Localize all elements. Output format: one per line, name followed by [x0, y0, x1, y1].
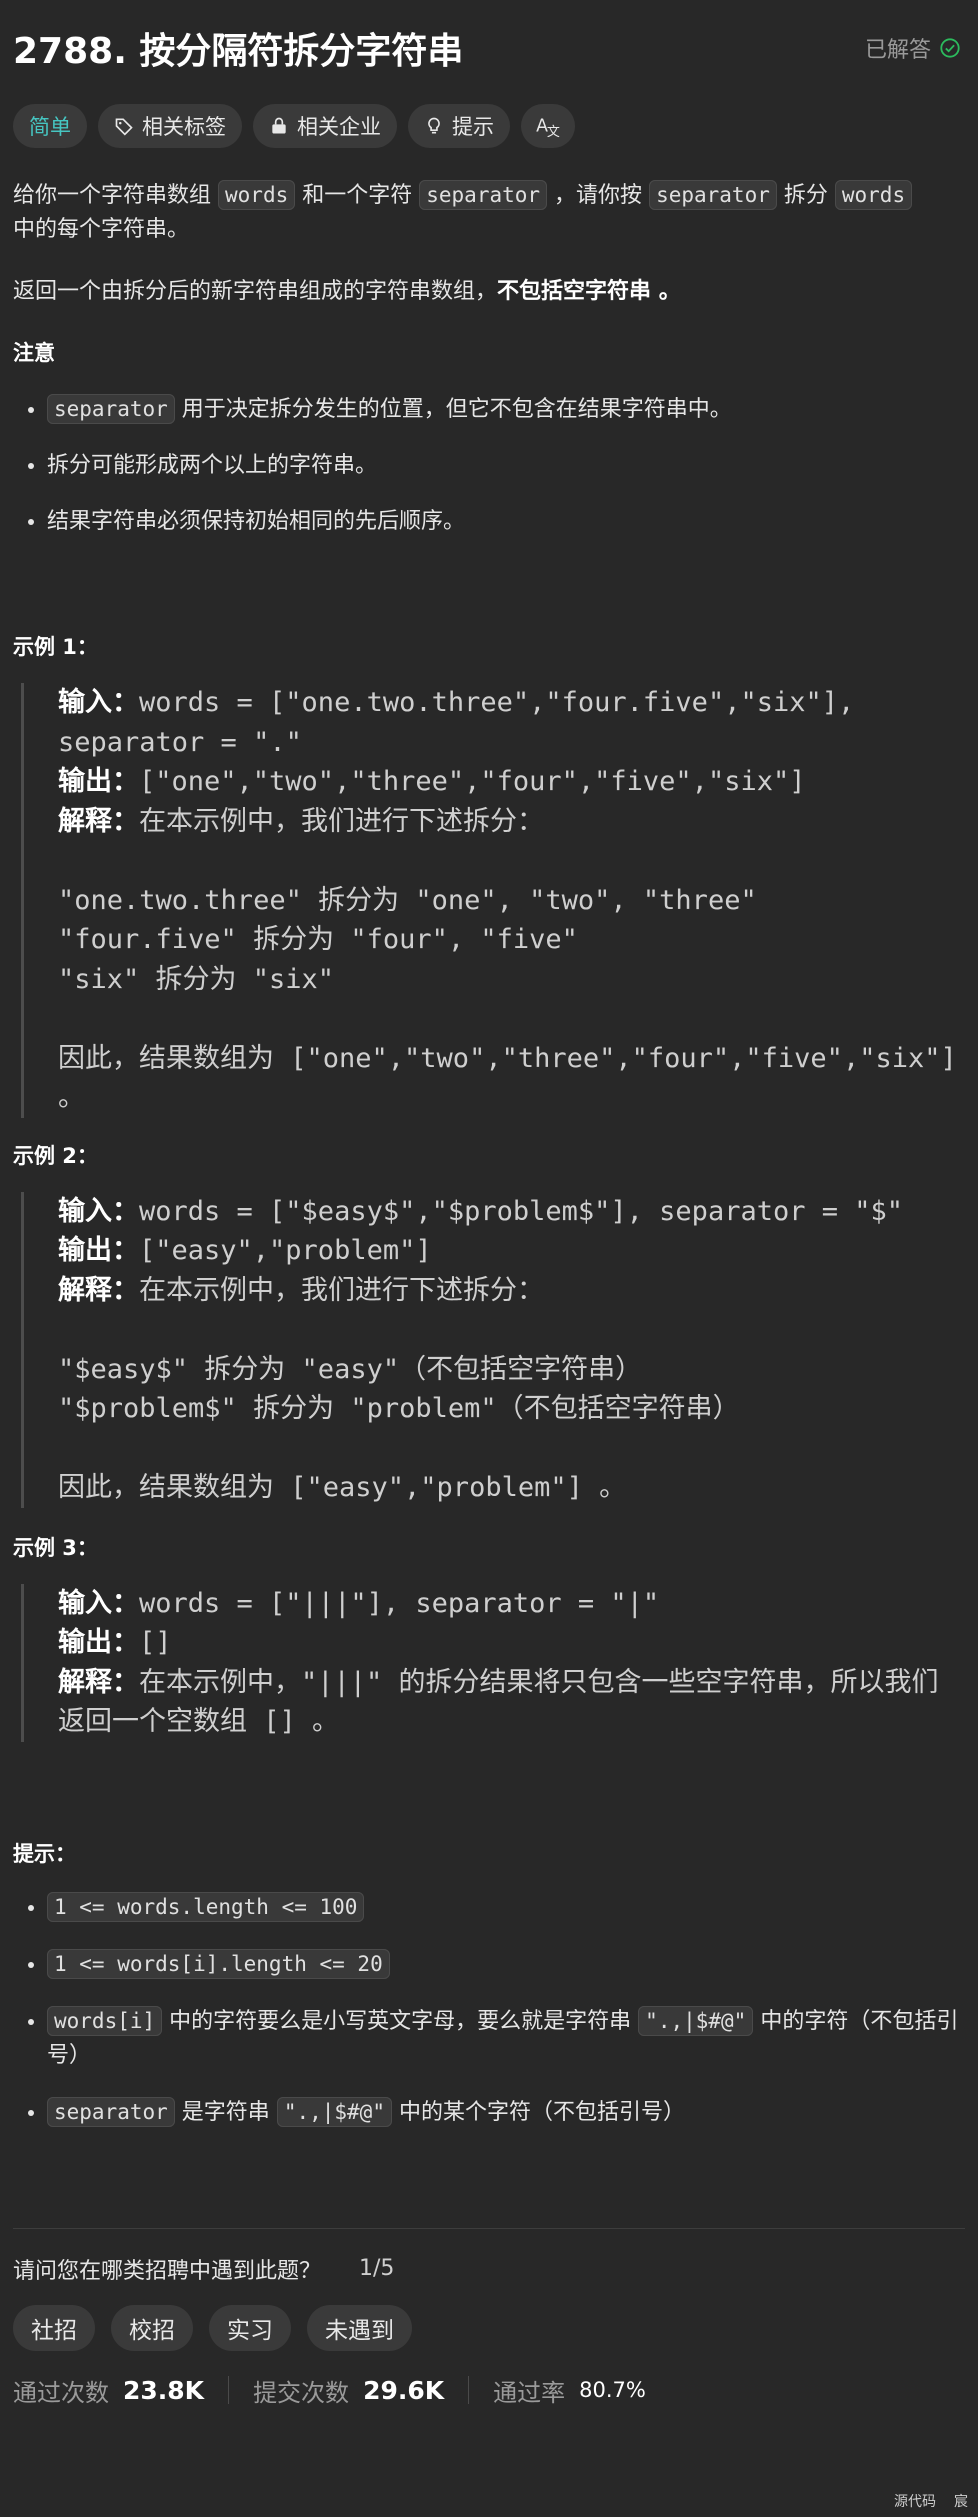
list-item: separator 用于决定拆分发生的位置，但它不包含在结果字符串中。 [47, 392, 965, 427]
corner-char: 宸 [954, 2494, 968, 2510]
note-heading: 注意 [13, 341, 55, 365]
hints-list: 1 <= words.length <= 100 1 <= words[i].l… [13, 1890, 965, 2130]
example-1-heading: 示例 1： [13, 635, 98, 659]
hints-heading: 提示： [13, 1841, 76, 1866]
hints-button[interactable]: 提示 [408, 104, 510, 148]
option-internship[interactable]: 实习 [209, 2304, 291, 2351]
option-social-hiring[interactable]: 社招 [13, 2304, 95, 2351]
translate-button[interactable]: A文 [521, 104, 575, 148]
list-item: 1 <= words.length <= 100 [47, 1890, 965, 1925]
difficulty-tag[interactable]: 简单 [13, 104, 87, 148]
survey-question: 请问您在哪类招聘中遇到此题？ [13, 2258, 322, 2284]
option-not-encountered[interactable]: 未遇到 [307, 2304, 412, 2351]
survey-options: 社招 校招 实习 未遇到 [13, 2304, 965, 2351]
survey-page: 1/5 [359, 2256, 395, 2281]
divider [228, 2376, 230, 2404]
note-list: separator 用于决定拆分发生的位置，但它不包含在结果字符串中。 拆分可能… [13, 392, 965, 539]
problem-header: 2788. 按分隔符拆分字符串 已解答 [13, 0, 965, 96]
problem-description: 给你一个字符串数组 words 和一个字符 separator ，请你按 sep… [13, 178, 965, 539]
submitted-value: 29.6K [363, 2375, 445, 2405]
check-circle-icon [940, 38, 960, 58]
divider [468, 2376, 470, 2404]
survey-row: 请问您在哪类招聘中遇到此题？ 1/5 [13, 2253, 965, 2285]
lock-icon [272, 117, 286, 134]
svg-text:文: 文 [547, 125, 560, 139]
related-tags-button[interactable]: 相关标签 [98, 104, 242, 148]
list-item: separator 是字符串 ".,|$#@" 中的某个字符（不包括引号） [47, 2095, 965, 2130]
tag-bar: 简单 相关标签 相关企业 提示 A文 [13, 104, 965, 148]
example-3-block: 输入：words = ["|||"], separator = "|" 输出：[… [21, 1583, 965, 1742]
solved-status: 已解答 [865, 32, 961, 64]
example-1-block: 输入：words = ["one.two.three","four.five",… [21, 683, 965, 1118]
example-2-block: 输入：words = ["$easy$","$problem$"], separ… [21, 1191, 965, 1508]
corner-labels: 源代码 宸 [894, 2491, 968, 2511]
accepted-label: 通过次数 [13, 2378, 109, 2407]
list-item: words[i] 中的字符要么是小写英文字母，要么就是字符串 ".,|$#@" … [47, 2004, 965, 2073]
example-3-heading: 示例 3： [13, 1535, 98, 1560]
solved-label: 已解答 [864, 38, 931, 63]
list-item: 拆分可能形成两个以上的字符串。 [47, 449, 965, 483]
translate-icon: A文 [536, 116, 560, 139]
option-campus-hiring[interactable]: 校招 [111, 2304, 193, 2351]
tag-icon [115, 118, 133, 136]
description-paragraph-2: 返回一个由拆分后的新字符串组成的字符串数组，不包括空字符串 。 [13, 279, 681, 304]
list-item: 结果字符串必须保持初始相同的先后顺序。 [47, 505, 965, 539]
problem-title: 2788. 按分隔符拆分字符串 [13, 31, 464, 72]
list-item: 1 <= words[i].length <= 20 [47, 1947, 965, 1982]
accepted-value: 23.8K [123, 2375, 205, 2405]
acceptance-rate-label: 通过率 [493, 2378, 566, 2407]
lightbulb-icon [428, 117, 440, 134]
related-companies-button[interactable]: 相关企业 [253, 104, 397, 148]
acceptance-rate-value: 80.7% [579, 2378, 646, 2402]
source-code-label: 源代码 [894, 2494, 936, 2510]
description-paragraph-1: 给你一个字符串数组 words 和一个字符 separator ，请你按 sep… [13, 178, 965, 247]
example-2-heading: 示例 2： [13, 1143, 98, 1168]
divider [13, 2227, 965, 2229]
submitted-label: 提交次数 [253, 2378, 350, 2407]
stats-row: 通过次数 23.8K 提交次数 29.6K 通过率 80.7% [13, 2373, 965, 2408]
